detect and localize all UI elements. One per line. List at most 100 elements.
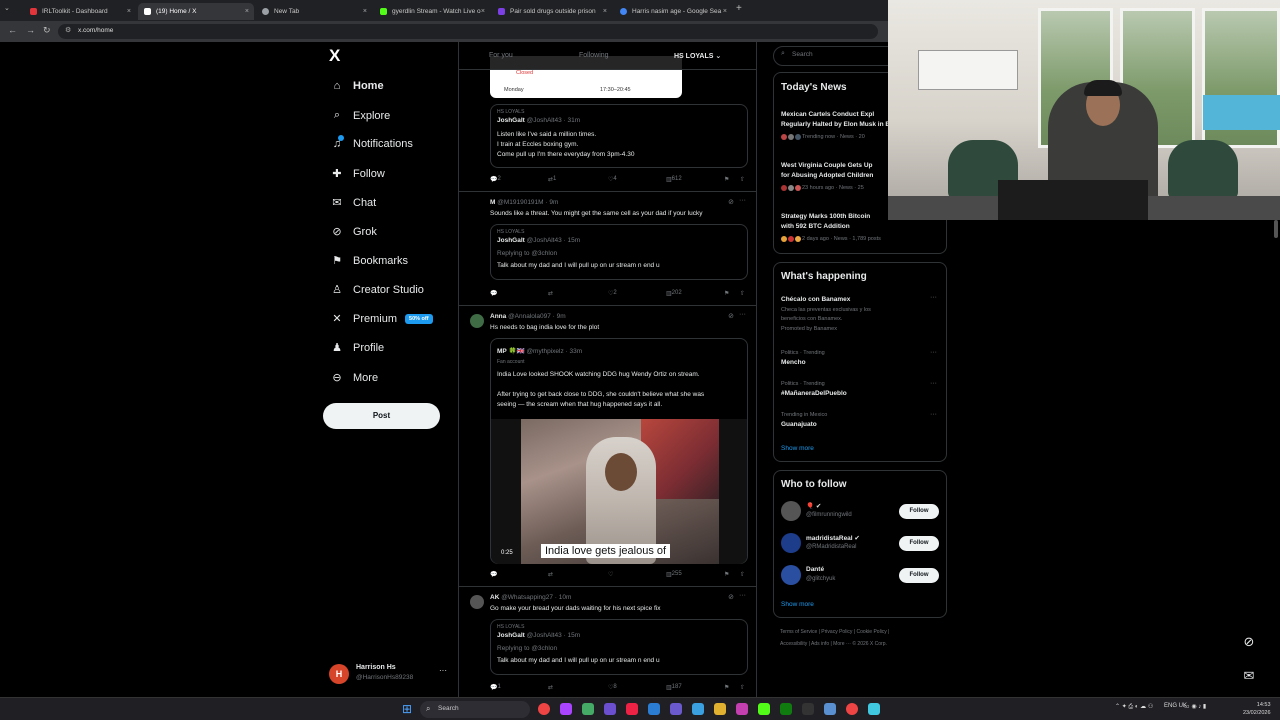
quoted-tweet[interactable]: HS LOYALS JoshGalt @JoshAlt43 · 31m List… bbox=[490, 104, 748, 168]
trend-name[interactable]: #MañaneraDelPueblo bbox=[781, 390, 847, 397]
x-logo[interactable]: X bbox=[329, 46, 340, 66]
app-icon[interactable] bbox=[604, 703, 616, 715]
grok-icon[interactable]: ⊘ bbox=[728, 198, 734, 206]
quoted-tweet[interactable]: HS LOYALS JoshGalt @JoshAlt43 · 15m Repl… bbox=[490, 619, 748, 675]
chrome-icon[interactable] bbox=[846, 703, 858, 715]
app-icon[interactable] bbox=[648, 703, 660, 715]
share-icon[interactable]: ⇧ bbox=[740, 571, 745, 578]
tab-for-you[interactable]: For you bbox=[489, 52, 513, 59]
tab-close-icon[interactable]: × bbox=[723, 8, 727, 15]
news-headline[interactable]: for Abusing Adopted Children bbox=[781, 172, 873, 179]
tweet[interactable]: Anna @Annalola097 · 9m ⊘ ··· Hs needs to… bbox=[459, 306, 756, 587]
chrome-icon[interactable] bbox=[538, 703, 550, 715]
browser-tab-kick-stream[interactable]: gyerdlin Stream - Watch Live o × bbox=[374, 3, 490, 20]
page-scrollbar[interactable] bbox=[1274, 220, 1278, 238]
tweet[interactable]: M @M19190191M · 9m ⊘ ··· Sounds like a t… bbox=[459, 192, 756, 306]
like-button[interactable]: ♡ 4 bbox=[608, 176, 617, 183]
bookmark-icon[interactable]: ⚑ bbox=[724, 176, 729, 183]
account-switcher[interactable]: H Harrison Hs @HarrisonHs89238 ··· bbox=[329, 662, 449, 688]
quoted-tweet[interactable]: MP 🍀🇬🇧 @mythpixelz · 33m Fan account Ind… bbox=[490, 338, 748, 564]
tab-following[interactable]: Following bbox=[579, 52, 609, 59]
follow-button[interactable]: Follow bbox=[899, 568, 939, 583]
reload-icon[interactable]: ↻ bbox=[43, 25, 51, 36]
suggested-user-name[interactable]: madridistaReal ✔ bbox=[806, 534, 860, 542]
promo-title[interactable]: Chécalo con Banamex bbox=[781, 296, 850, 303]
xbox-icon[interactable] bbox=[780, 703, 792, 715]
views-button[interactable]: ▥ 187 bbox=[666, 684, 682, 691]
like-button[interactable]: ♡ 2 bbox=[608, 290, 617, 297]
like-button[interactable]: ♡ 8 bbox=[608, 684, 617, 691]
grok-floating-icon[interactable]: ⊘ bbox=[1238, 631, 1260, 653]
news-headline[interactable]: Mexican Cartels Conduct Expl bbox=[781, 111, 874, 118]
tab-hs-loyals[interactable]: HS LOYALS ⌄ bbox=[674, 52, 721, 60]
footer-links[interactable]: Accessibility | Ads info | More ··· © 20… bbox=[780, 641, 887, 647]
show-more-link[interactable]: Show more bbox=[781, 601, 814, 608]
repost-button[interactable]: ⇄ 1 bbox=[548, 176, 556, 183]
suggested-user-name[interactable]: Danté bbox=[806, 566, 824, 573]
more-options-icon[interactable]: ··· bbox=[930, 294, 937, 301]
post-button[interactable]: Post bbox=[323, 403, 440, 429]
avatar[interactable] bbox=[781, 565, 801, 585]
news-headline[interactable]: Strategy Marks 100th Bitcoin bbox=[781, 213, 870, 220]
messages-floating-icon[interactable]: ✉ bbox=[1238, 665, 1260, 687]
footer-links[interactable]: Terms of Service | Privacy Policy | Cook… bbox=[780, 629, 889, 635]
app-icon[interactable] bbox=[736, 703, 748, 715]
news-headline[interactable]: with 592 BTC Addition bbox=[781, 223, 850, 230]
new-tab-button[interactable]: + bbox=[736, 3, 742, 14]
browser-tab-news[interactable]: Pair sold drugs outside prison × bbox=[492, 3, 612, 20]
follow-button[interactable]: Follow bbox=[899, 536, 939, 551]
tab-search-dropdown-icon[interactable]: ⌄ bbox=[4, 4, 10, 12]
app-icon[interactable] bbox=[824, 703, 836, 715]
suggested-user-name[interactable]: 🎈 ✔ bbox=[806, 502, 821, 510]
tab-close-icon[interactable]: × bbox=[245, 8, 249, 15]
system-tray-icons[interactable]: ▭ ◉ ♪ ▮ bbox=[1184, 703, 1206, 710]
app-icon[interactable] bbox=[560, 703, 572, 715]
taskbar-search[interactable]: ⌕ Search bbox=[420, 701, 530, 718]
nav-notifications[interactable]: ♫ Notifications bbox=[330, 135, 413, 150]
tab-close-icon[interactable]: × bbox=[127, 8, 131, 15]
app-icon[interactable] bbox=[582, 703, 594, 715]
share-icon[interactable]: ⇧ bbox=[740, 684, 745, 691]
news-headline[interactable]: Regularly Halted by Elon Musk in Bo bbox=[781, 121, 894, 128]
browser-tab-google-search[interactable]: Harris nasim age - Google Sea × bbox=[614, 3, 732, 20]
nav-premium[interactable]: ✕ Premium 50% off bbox=[330, 312, 433, 325]
app-icon[interactable] bbox=[758, 703, 770, 715]
reply-button[interactable]: 💬 bbox=[490, 571, 497, 578]
avatar[interactable] bbox=[781, 533, 801, 553]
timeline[interactable]: For you Following HS LOYALS ⌄ Closed Mon… bbox=[458, 42, 757, 697]
repost-button[interactable]: ⇄ bbox=[548, 684, 553, 691]
nav-grok[interactable]: ⊘ Grok bbox=[330, 225, 376, 239]
nav-explore[interactable]: ⌕ Explore bbox=[330, 109, 390, 122]
bookmark-icon[interactable]: ⚑ bbox=[724, 684, 729, 691]
trend-name[interactable]: Guanajuato bbox=[781, 421, 817, 428]
like-button[interactable]: ♡ bbox=[608, 571, 613, 578]
nav-creator-studio[interactable]: ♙ Creator Studio bbox=[330, 283, 424, 297]
views-button[interactable]: ▥ 612 bbox=[666, 176, 682, 183]
browser-tab-irltoolkit[interactable]: IRLToolkit - Dashboard × bbox=[24, 3, 136, 20]
grok-icon[interactable]: ⊘ bbox=[728, 593, 734, 601]
nav-follow[interactable]: ✚ Follow bbox=[330, 167, 384, 181]
url-input[interactable]: ⚙ x.com/home bbox=[58, 24, 878, 39]
browser-tab-new-tab[interactable]: New Tab × bbox=[256, 3, 372, 20]
share-icon[interactable]: ⇧ bbox=[740, 290, 745, 297]
tab-close-icon[interactable]: × bbox=[603, 8, 607, 15]
share-icon[interactable]: ⇧ bbox=[740, 176, 745, 183]
back-icon[interactable]: ← bbox=[8, 25, 17, 35]
forward-icon[interactable]: → bbox=[26, 25, 35, 35]
news-headline[interactable]: West Virginia Couple Gets Up bbox=[781, 162, 873, 169]
more-options-icon[interactable]: ··· bbox=[930, 380, 937, 387]
more-options-icon[interactable]: ··· bbox=[930, 349, 937, 356]
more-options-icon[interactable]: ··· bbox=[739, 311, 746, 318]
bookmark-icon[interactable]: ⚑ bbox=[724, 290, 729, 297]
app-icon[interactable] bbox=[802, 703, 814, 715]
nav-bookmarks[interactable]: ⚑ Bookmarks bbox=[330, 254, 408, 268]
video-player[interactable]: 0:25 India love gets jealous of bbox=[491, 419, 747, 564]
reply-button[interactable]: 💬 1 bbox=[490, 684, 501, 691]
reply-button[interactable]: 💬 bbox=[490, 290, 497, 297]
nav-chat[interactable]: ✉ Chat bbox=[330, 196, 376, 210]
grok-icon[interactable]: ⊘ bbox=[728, 312, 734, 320]
tab-close-icon[interactable]: × bbox=[481, 8, 485, 15]
tab-close-icon[interactable]: × bbox=[363, 8, 367, 15]
more-options-icon[interactable]: ··· bbox=[739, 592, 746, 599]
repost-button[interactable]: ⇄ bbox=[548, 571, 553, 578]
